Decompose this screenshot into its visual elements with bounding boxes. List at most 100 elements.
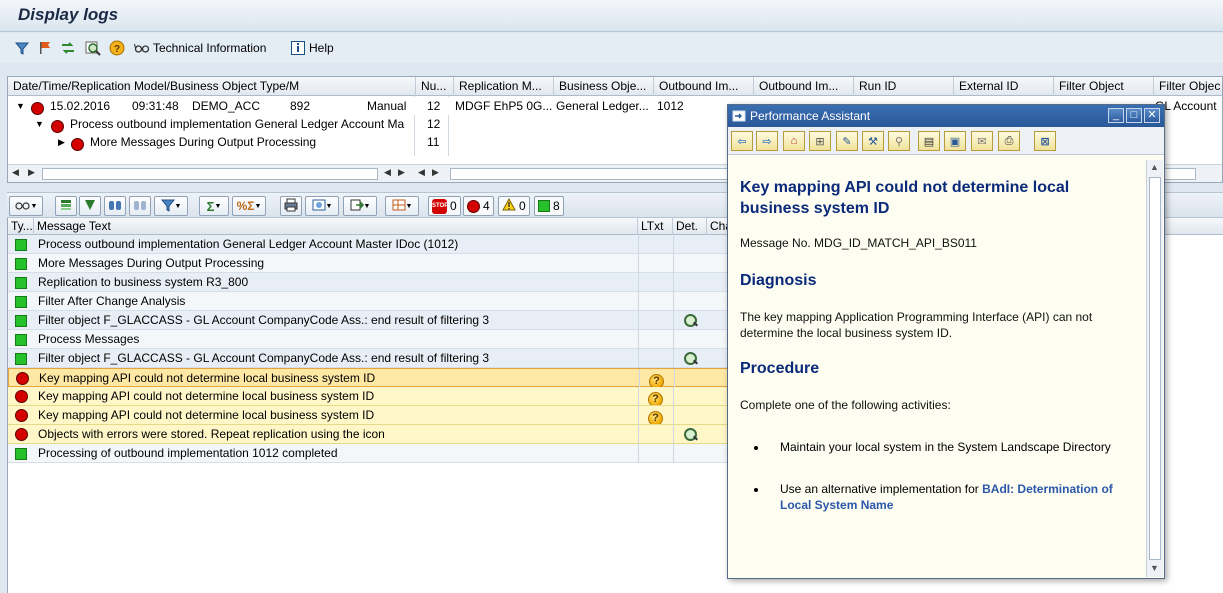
red-light-icon bbox=[16, 372, 29, 386]
col-date-time[interactable]: Date/Time/Replication Model/Business Obj… bbox=[8, 77, 416, 96]
col-long-text[interactable]: LTxt bbox=[638, 218, 673, 235]
long-text-help-icon[interactable]: ? bbox=[649, 371, 664, 387]
export-dropdown-button[interactable]: ▼ bbox=[343, 196, 377, 216]
structure-button[interactable]: ⊞ bbox=[809, 131, 831, 151]
dropdown-arrow-icon: ▼ bbox=[325, 202, 333, 210]
message-text: More Messages During Output Processing bbox=[38, 256, 265, 270]
performance-assistant-titlebar[interactable]: Performance Assistant _ □ ✕ bbox=[728, 105, 1164, 127]
dropdown-arrow-icon: ▼ bbox=[174, 202, 182, 210]
table-row[interactable]: Key mapping API could not determine loca… bbox=[8, 406, 728, 425]
col-business-object[interactable]: Business Obje... bbox=[554, 77, 654, 96]
scroll-right-icon[interactable]: ▶ bbox=[28, 167, 35, 178]
col-message-text[interactable]: Message Text bbox=[34, 218, 638, 235]
success-count-button[interactable]: 8 bbox=[534, 196, 564, 216]
close-button[interactable]: ✕ bbox=[1144, 108, 1160, 123]
display-button[interactable]: ▣ bbox=[944, 131, 966, 151]
maximize-button[interactable]: □ bbox=[1126, 108, 1142, 123]
detail-magnifier-icon[interactable] bbox=[683, 427, 698, 443]
minimize-button[interactable]: _ bbox=[1108, 108, 1124, 123]
dropdown-arrow-icon: ▼ bbox=[30, 202, 38, 210]
tree-scroll-track[interactable] bbox=[42, 168, 378, 180]
help-circle-button[interactable]: ? bbox=[109, 39, 125, 57]
expand-arrow-icon[interactable]: ▼ bbox=[16, 97, 25, 115]
table-row[interactable]: Filter After Change Analysis bbox=[8, 292, 728, 311]
table-row[interactable]: Processing of outbound implementation 10… bbox=[8, 444, 728, 463]
scroll-track[interactable] bbox=[1149, 177, 1161, 560]
col-filter-object[interactable]: Filter Object bbox=[1054, 77, 1154, 96]
col-filter-object-2[interactable]: Filter Objec bbox=[1154, 77, 1222, 96]
layout-grid-icon bbox=[392, 198, 406, 215]
filter-dropdown-button[interactable]: ▼ bbox=[154, 196, 188, 216]
col-type[interactable]: Ty... bbox=[8, 218, 34, 235]
procedure-item-1: Maintain your local system in the System… bbox=[768, 439, 1134, 455]
print-button[interactable]: ⎙ bbox=[998, 131, 1020, 151]
col-outbound-impl-2[interactable]: Outbound Im... bbox=[754, 77, 854, 96]
red-light-icon bbox=[15, 409, 28, 423]
green-light-icon bbox=[15, 238, 27, 252]
details-dropdown-button[interactable]: ▼ bbox=[9, 196, 43, 216]
note-button[interactable]: ✉ bbox=[971, 131, 993, 151]
link-button[interactable]: ⚲ bbox=[888, 131, 910, 151]
glasses-icon bbox=[14, 199, 31, 214]
scroll-left-icon[interactable]: ◀ bbox=[384, 167, 391, 178]
table-row[interactable]: Key mapping API could not determine loca… bbox=[8, 368, 728, 388]
col-outbound-impl[interactable]: Outbound Im... bbox=[654, 77, 754, 96]
technical-information-button[interactable]: Technical Information bbox=[134, 39, 266, 57]
layout-dropdown-button[interactable]: ▼ bbox=[385, 196, 419, 216]
long-text-help-icon[interactable]: ? bbox=[648, 408, 663, 424]
col-replication-model[interactable]: Replication M... bbox=[454, 77, 554, 96]
scroll-right-icon[interactable]: ▶ bbox=[398, 167, 405, 178]
detail-magnifier-icon[interactable] bbox=[683, 313, 698, 329]
grid-column-divider bbox=[673, 387, 674, 406]
warning-count-button[interactable]: 0 bbox=[498, 196, 530, 216]
col-run-id[interactable]: Run ID bbox=[854, 77, 954, 96]
table-row[interactable]: Filter object F_GLACCASS - GL Account Co… bbox=[8, 349, 728, 368]
scroll-up-icon[interactable]: ▲ bbox=[1150, 162, 1159, 172]
warning-triangle-icon bbox=[502, 197, 516, 214]
table-row[interactable]: Process outbound implementation General … bbox=[8, 235, 728, 254]
help-button[interactable]: Help bbox=[290, 39, 334, 57]
glasses-icon bbox=[134, 40, 150, 56]
scroll-right-icon[interactable]: ▶ bbox=[432, 167, 439, 178]
home-button[interactable]: ⌂ bbox=[783, 131, 805, 151]
edit-button[interactable]: ✎ bbox=[836, 131, 858, 151]
performance-assistant-title: Performance Assistant bbox=[750, 109, 871, 123]
total-dropdown-button[interactable]: Σ ▼ bbox=[199, 196, 229, 216]
expand-arrow-icon[interactable]: ▼ bbox=[35, 115, 44, 133]
table-row[interactable]: Replication to business system R3_800 bbox=[8, 273, 728, 292]
table-row[interactable]: Filter object F_GLACCASS - GL Account Co… bbox=[8, 311, 728, 330]
scroll-left-icon[interactable]: ◀ bbox=[418, 167, 425, 178]
col-number[interactable]: Nu... bbox=[416, 77, 454, 96]
sort-descending-button[interactable] bbox=[79, 196, 101, 216]
subtotal-dropdown-button[interactable]: %Σ ▼ bbox=[232, 196, 266, 216]
scroll-left-icon[interactable]: ◀ bbox=[12, 167, 19, 178]
long-text-help-icon[interactable]: ? bbox=[648, 389, 663, 405]
error-count-button[interactable]: 4 bbox=[463, 196, 494, 216]
print-button[interactable] bbox=[280, 196, 302, 216]
back-button[interactable]: ⇦ bbox=[731, 131, 753, 151]
scroll-down-icon[interactable]: ▼ bbox=[1150, 563, 1159, 573]
refresh-button[interactable] bbox=[60, 39, 76, 57]
filter-button[interactable] bbox=[14, 39, 30, 57]
forward-button[interactable]: ⇨ bbox=[756, 131, 778, 151]
flag-button[interactable] bbox=[37, 39, 53, 57]
detail-button[interactable] bbox=[85, 39, 101, 57]
stop-count-button[interactable]: STOP 0 bbox=[428, 196, 461, 216]
sort-up-icon bbox=[59, 198, 73, 215]
table-row[interactable]: More Messages During Output Processing bbox=[8, 254, 728, 273]
sort-ascending-button[interactable] bbox=[55, 196, 77, 216]
settings-button[interactable]: ⚒ bbox=[862, 131, 884, 151]
find-button[interactable] bbox=[104, 196, 126, 216]
col-detail[interactable]: Det. bbox=[673, 218, 707, 235]
detail-magnifier-icon[interactable] bbox=[683, 351, 698, 367]
table-row[interactable]: Objects with errors were stored. Repeat … bbox=[8, 425, 728, 444]
collapse-arrow-icon[interactable]: ▶ bbox=[58, 133, 65, 151]
find-next-button[interactable] bbox=[129, 196, 151, 216]
views-dropdown-button[interactable]: ▼ bbox=[305, 196, 339, 216]
exit-button[interactable]: ⊠ bbox=[1034, 131, 1056, 151]
index-button[interactable]: ▤ bbox=[918, 131, 940, 151]
col-external-id[interactable]: External ID bbox=[954, 77, 1054, 96]
performance-assistant-scrollbar[interactable]: ▲ ▼ bbox=[1146, 160, 1163, 577]
table-row[interactable]: Process Messages bbox=[8, 330, 728, 349]
table-row[interactable]: Key mapping API could not determine loca… bbox=[8, 387, 728, 406]
